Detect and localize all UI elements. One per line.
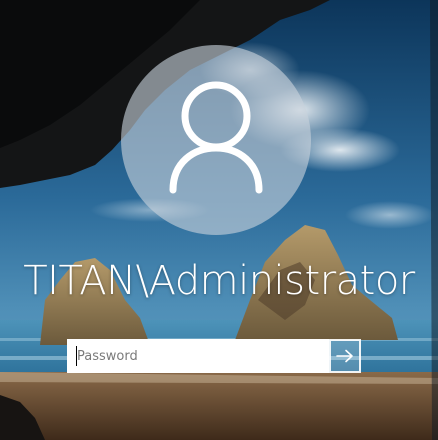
arrow-right-icon [336, 349, 353, 363]
lock-screen: TITAN\Administrator [0, 0, 438, 440]
user-silhouette-icon [169, 81, 263, 194]
password-input[interactable] [67, 339, 329, 373]
username-label: TITAN\Administrator [23, 258, 415, 304]
text-caret [76, 346, 77, 366]
password-row [67, 339, 361, 373]
user-avatar [121, 45, 311, 235]
submit-button[interactable] [329, 339, 361, 373]
